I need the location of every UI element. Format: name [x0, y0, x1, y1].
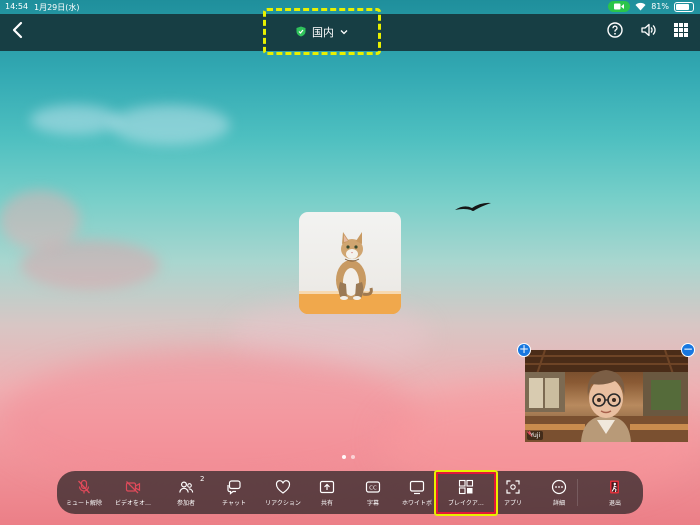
leave-icon	[610, 480, 619, 493]
whiteboard-icon	[409, 480, 425, 494]
captions-label: 字幕	[366, 499, 379, 507]
apps-icon	[506, 479, 520, 494]
chat-button[interactable]: チャット	[209, 471, 259, 514]
reactions-label: リアクション	[265, 499, 301, 507]
mic-off-icon	[78, 479, 90, 493]
battery-percent: 81%	[651, 2, 669, 11]
video-off-icon	[125, 480, 141, 493]
more-button[interactable]: 詳細	[539, 471, 579, 514]
battery-icon	[674, 1, 694, 12]
more-label: 詳細	[552, 499, 565, 507]
page-dot[interactable]	[351, 455, 355, 459]
leave-label: 退出	[608, 499, 621, 507]
wifi-icon	[635, 2, 646, 11]
bird-silhouette	[455, 202, 491, 211]
meeting-title-dropdown[interactable]: 国内	[263, 8, 381, 55]
whiteboard-label: ホワイトボ	[401, 499, 432, 507]
red-selection-frame	[436, 472, 496, 514]
expand-video-button[interactable]: +	[517, 343, 531, 357]
more-options-icon	[551, 479, 567, 494]
help-icon[interactable]	[606, 21, 624, 39]
apps-button[interactable]: アプリ	[493, 471, 533, 514]
closed-captions-icon: CC	[365, 480, 381, 493]
reactions-button[interactable]: リアクション	[257, 471, 309, 514]
cloud	[110, 105, 230, 145]
participants-count: 2	[200, 475, 205, 483]
mic-muted-icon	[527, 431, 532, 437]
cloud	[30, 105, 120, 135]
page-indicator[interactable]	[342, 455, 355, 459]
camera-in-use-icon	[608, 1, 631, 12]
status-time: 14:54	[5, 2, 29, 11]
share-screen-icon	[319, 480, 335, 493]
share-label: 共有	[320, 499, 333, 507]
start-video-button[interactable]: ビデオをオ…	[107, 471, 159, 514]
minimize-video-button[interactable]: −	[681, 343, 695, 357]
heart-icon	[275, 479, 291, 494]
chat-icon	[227, 479, 241, 495]
start-video-label: ビデオをオ…	[114, 499, 151, 507]
meeting-title: 国内	[312, 25, 334, 39]
participant-name-tag: Yuji	[527, 431, 544, 440]
meeting-top-bar: 国内	[0, 8, 700, 55]
status-date: 1月29日(水)	[34, 3, 80, 12]
cat-photo	[299, 232, 401, 314]
unmute-label: ミュート解除	[65, 499, 102, 507]
speaker-icon[interactable]	[639, 21, 657, 39]
chevron-down-icon	[340, 29, 348, 34]
back-chevron-icon[interactable]	[8, 20, 28, 40]
share-button[interactable]: 共有	[307, 471, 347, 514]
captions-button[interactable]: CC 字幕	[353, 471, 393, 514]
chat-label: チャット	[222, 499, 246, 507]
toolbar-divider	[577, 479, 578, 506]
leave-button[interactable]: 退出	[595, 471, 635, 514]
page-dot[interactable]	[342, 455, 346, 459]
meeting-toolbar: ミュート解除 ビデオをオ… 参加者 2 チャット リアクション 共有 CC 字幕…	[57, 471, 643, 514]
cloud	[20, 240, 160, 290]
apps-label: アプリ	[503, 499, 522, 507]
cloud	[0, 350, 420, 490]
self-video-image	[525, 350, 688, 442]
participants-icon	[179, 480, 194, 493]
unmute-button[interactable]: ミュート解除	[57, 471, 111, 514]
participant-avatar-cat[interactable]	[299, 212, 401, 314]
grid-view-icon[interactable]	[672, 21, 690, 39]
shield-check-icon	[296, 26, 306, 37]
participants-label: 参加者	[176, 499, 195, 507]
svg-text:CC: CC	[369, 485, 377, 491]
self-video-tile[interactable]: Yuji	[525, 350, 688, 442]
